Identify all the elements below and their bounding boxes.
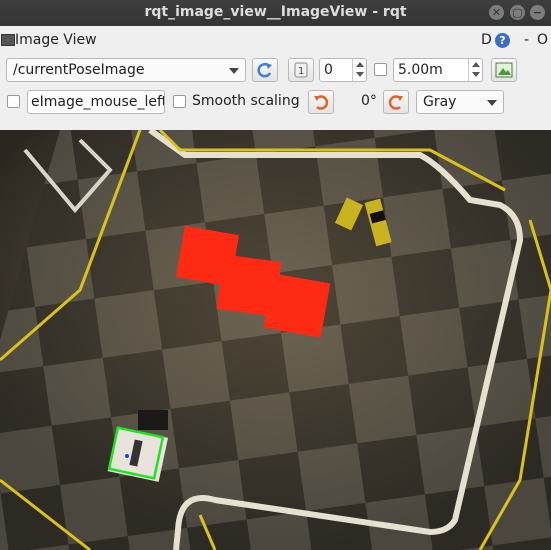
- max-range-spinbox[interactable]: 5.00m: [393, 58, 483, 82]
- rotate-left-button[interactable]: [308, 90, 334, 114]
- color-scheme-select[interactable]: Gray: [416, 90, 504, 114]
- window-title: rqt_image_view__ImageView - rqt: [144, 4, 407, 20]
- chevron-down-icon: [229, 68, 239, 74]
- rotation-spinbox-value: 0: [324, 62, 333, 78]
- zoom-one-icon: 1: [294, 62, 308, 78]
- help-icon[interactable]: ?: [495, 33, 510, 48]
- dock-header: Image View D ? - O: [0, 30, 551, 52]
- refresh-icon: [257, 62, 272, 78]
- spinbox-arrows[interactable]: [468, 59, 482, 81]
- dock-d-button[interactable]: D: [481, 32, 492, 48]
- mouse-publish-checkbox[interactable]: [7, 95, 20, 108]
- save-image-icon: [495, 62, 513, 78]
- max-range-value: 5.00m: [398, 62, 443, 78]
- spin-down-icon: [472, 72, 480, 77]
- dock-window-icon: [1, 34, 15, 46]
- svg-text:1: 1: [298, 66, 304, 77]
- rotation-label: 0°: [361, 93, 377, 109]
- mouse-topic-field[interactable]: eImage_mouse_left: [27, 90, 165, 114]
- zoom-1-button[interactable]: 1: [288, 58, 314, 82]
- rotate-right-button[interactable]: [383, 90, 409, 114]
- spin-down-icon: [356, 72, 364, 77]
- camera-image-view[interactable]: [0, 130, 551, 550]
- dock-minimize-button[interactable]: -: [524, 32, 529, 48]
- smooth-scaling-label: Smooth scaling: [192, 93, 300, 109]
- spin-up-icon: [356, 62, 364, 67]
- color-scheme-value: Gray: [423, 94, 457, 110]
- rotate-left-icon: [314, 95, 329, 110]
- chevron-down-icon: [487, 100, 497, 106]
- save-image-button[interactable]: [491, 58, 517, 82]
- smooth-scaling-checkbox[interactable]: [173, 95, 186, 108]
- rotate-right-icon: [388, 95, 403, 110]
- spinbox-arrows[interactable]: [352, 59, 366, 81]
- dock-title: Image View: [15, 32, 97, 48]
- spin-up-icon: [472, 62, 480, 67]
- topic-select-value: /currentPoseImage: [13, 62, 145, 78]
- dynamic-range-checkbox[interactable]: [374, 63, 387, 76]
- rotation-spinbox[interactable]: 0: [319, 58, 367, 82]
- window-titlebar: ✕ ▢ − rqt_image_view__ImageView - rqt: [0, 0, 551, 26]
- dock-close-button[interactable]: O: [537, 32, 548, 48]
- topic-select[interactable]: /currentPoseImage: [6, 58, 246, 82]
- camera-image: [0, 130, 551, 550]
- refresh-topics-button[interactable]: [252, 58, 278, 82]
